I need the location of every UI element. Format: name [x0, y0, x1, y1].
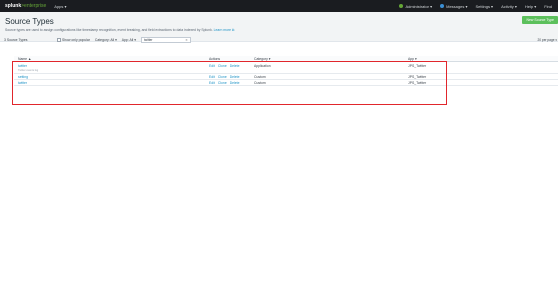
page-title: Source Types [5, 17, 54, 26]
help-menu[interactable]: Help ▾ [525, 4, 536, 9]
splunk-logo[interactable]: splunk>enterprise [5, 3, 46, 9]
app-dropdown[interactable]: App: All ▾ [122, 38, 136, 42]
search-input[interactable]: twitter ✕ [140, 37, 191, 43]
messages-badge-icon [440, 4, 445, 9]
top-navigation-bar: splunk>enterprise Apps ▾ Administrator ▾… [0, 0, 558, 12]
checkbox-icon [57, 38, 61, 42]
activity-menu[interactable]: Activity ▾ [501, 4, 517, 9]
messages-label: Messages ▾ [446, 3, 468, 9]
search-value: twitter [143, 38, 153, 42]
messages-menu[interactable]: Messages ▾ [440, 4, 467, 9]
brand-main: splunk [5, 3, 22, 9]
brand-sub: >enterprise [21, 3, 47, 9]
administrator-menu[interactable]: Administrator ▾ [399, 4, 432, 9]
page-description: Source types are used to assign configur… [5, 28, 553, 32]
description-text: Source types are used to assign configur… [5, 28, 213, 32]
filter-bar: 3 Source Types Show only popular Categor… [0, 35, 558, 45]
source-type-count: 3 Source Types [4, 38, 28, 42]
app-column-header[interactable]: App ▾ [408, 57, 528, 61]
actions-column-header: Actions [209, 56, 221, 61]
apps-menu[interactable]: Apps ▾ [54, 4, 66, 9]
new-source-type-button[interactable]: New Source Type [522, 16, 558, 24]
find-input[interactable]: Find [544, 4, 552, 9]
name-column-header[interactable]: Name ▲ [14, 57, 209, 61]
top-right-menus: Administrator ▾ Messages ▾ Settings ▾ Ac… [399, 0, 552, 12]
show-popular-checkbox[interactable]: Show only popular [57, 38, 90, 42]
settings-menu[interactable]: Settings ▾ [475, 4, 493, 9]
category-column-header[interactable]: Category ▾ [254, 57, 408, 61]
user-status-icon [399, 4, 404, 9]
clear-search-icon[interactable]: ✕ [185, 38, 188, 42]
category-dropdown[interactable]: Category: All ▾ [95, 38, 117, 42]
show-popular-label: Show only popular [62, 38, 90, 42]
administrator-label: Administrator ▾ [405, 3, 433, 9]
highlight-box [12, 61, 447, 105]
learn-more-link[interactable]: Learn more ⧉ [214, 28, 235, 32]
per-page-dropdown[interactable]: 20 per page ▾ [537, 38, 557, 42]
main-content: Source Types Source types are used to as… [0, 12, 558, 293]
